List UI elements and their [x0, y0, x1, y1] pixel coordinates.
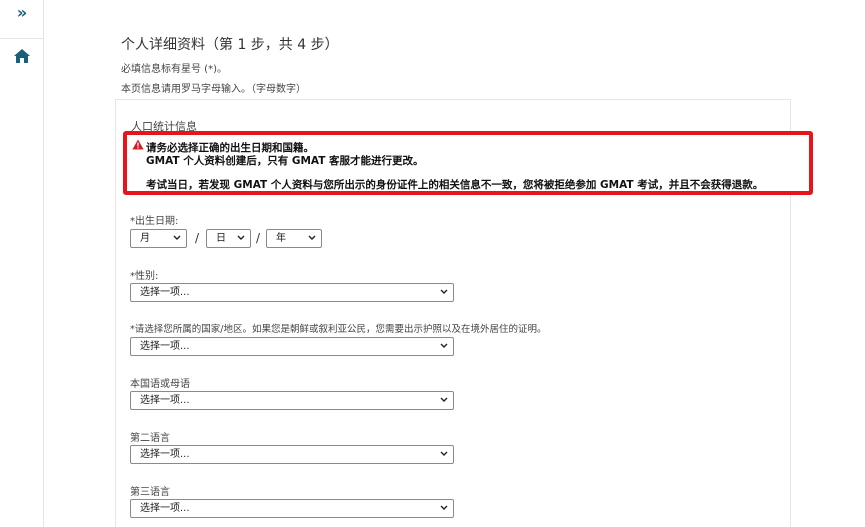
gender-label: *性别:: [130, 271, 159, 282]
native-language-select[interactable]: 选择一项...: [130, 391, 454, 410]
rail-divider: [0, 38, 44, 39]
home-icon[interactable]: [13, 48, 31, 64]
alert-line-3: 考试当日，若发现 GMAT 个人资料与您所出示的身份证件上的相关信息不一致，您将…: [146, 179, 764, 191]
second-language-value: 选择一项...: [140, 449, 190, 460]
chevron-down-icon: [173, 235, 181, 240]
main-content: 个人详细资料（第 1 步，共 4 步） 必填信息标有星号 (*)。 本页信息请用…: [44, 0, 865, 527]
required-note: 必填信息标有星号 (*)。: [121, 64, 227, 75]
chevron-down-icon: [308, 235, 316, 240]
chevron-down-icon: [440, 451, 448, 456]
chevrons-right-icon[interactable]: »: [13, 4, 31, 22]
dob-month-value: 月: [140, 233, 150, 244]
third-language-value: 选择一项...: [140, 503, 190, 514]
page-title: 个人详细资料（第 1 步，共 4 步）: [121, 37, 339, 53]
third-language-label: 第三语言: [130, 487, 170, 498]
chevron-down-icon: [237, 235, 245, 240]
native-language-label: 本国语或母语: [130, 379, 190, 390]
left-rail: »: [0, 0, 44, 527]
dob-day-value: 日: [216, 233, 226, 244]
second-language-label: 第二语言: [130, 433, 170, 444]
dob-separator-2: /: [256, 231, 261, 245]
gender-select[interactable]: 选择一项...: [130, 283, 454, 302]
chevron-down-icon: [440, 343, 448, 348]
gender-value: 选择一项...: [140, 287, 190, 298]
third-language-select[interactable]: 选择一项...: [130, 499, 454, 518]
country-label: *请选择您所属的国家/地区。如果您是朝鲜或叙利亚公民，您需要出示护照以及在境外居…: [130, 324, 547, 335]
alert-line-2: GMAT 个人资料创建后，只有 GMAT 客服才能进行更改。: [146, 155, 424, 167]
dob-year-select[interactable]: 年: [266, 229, 322, 248]
dob-separator-1: /: [195, 231, 200, 245]
chevron-down-icon: [440, 505, 448, 510]
roman-note: 本页信息请用罗马字母输入。（字母数字）: [121, 84, 306, 95]
chevron-down-icon: [440, 397, 448, 402]
dob-day-select[interactable]: 日: [206, 229, 251, 248]
country-value: 选择一项...: [140, 341, 190, 352]
country-select[interactable]: 选择一项...: [130, 337, 454, 356]
native-language-value: 选择一项...: [140, 395, 190, 406]
dob-year-value: 年: [276, 233, 286, 244]
warning-triangle-icon: [132, 139, 144, 150]
second-language-select[interactable]: 选择一项...: [130, 445, 454, 464]
dob-month-select[interactable]: 月: [130, 229, 187, 248]
dob-label: *出生日期:: [130, 216, 179, 227]
chevron-down-icon: [440, 289, 448, 294]
